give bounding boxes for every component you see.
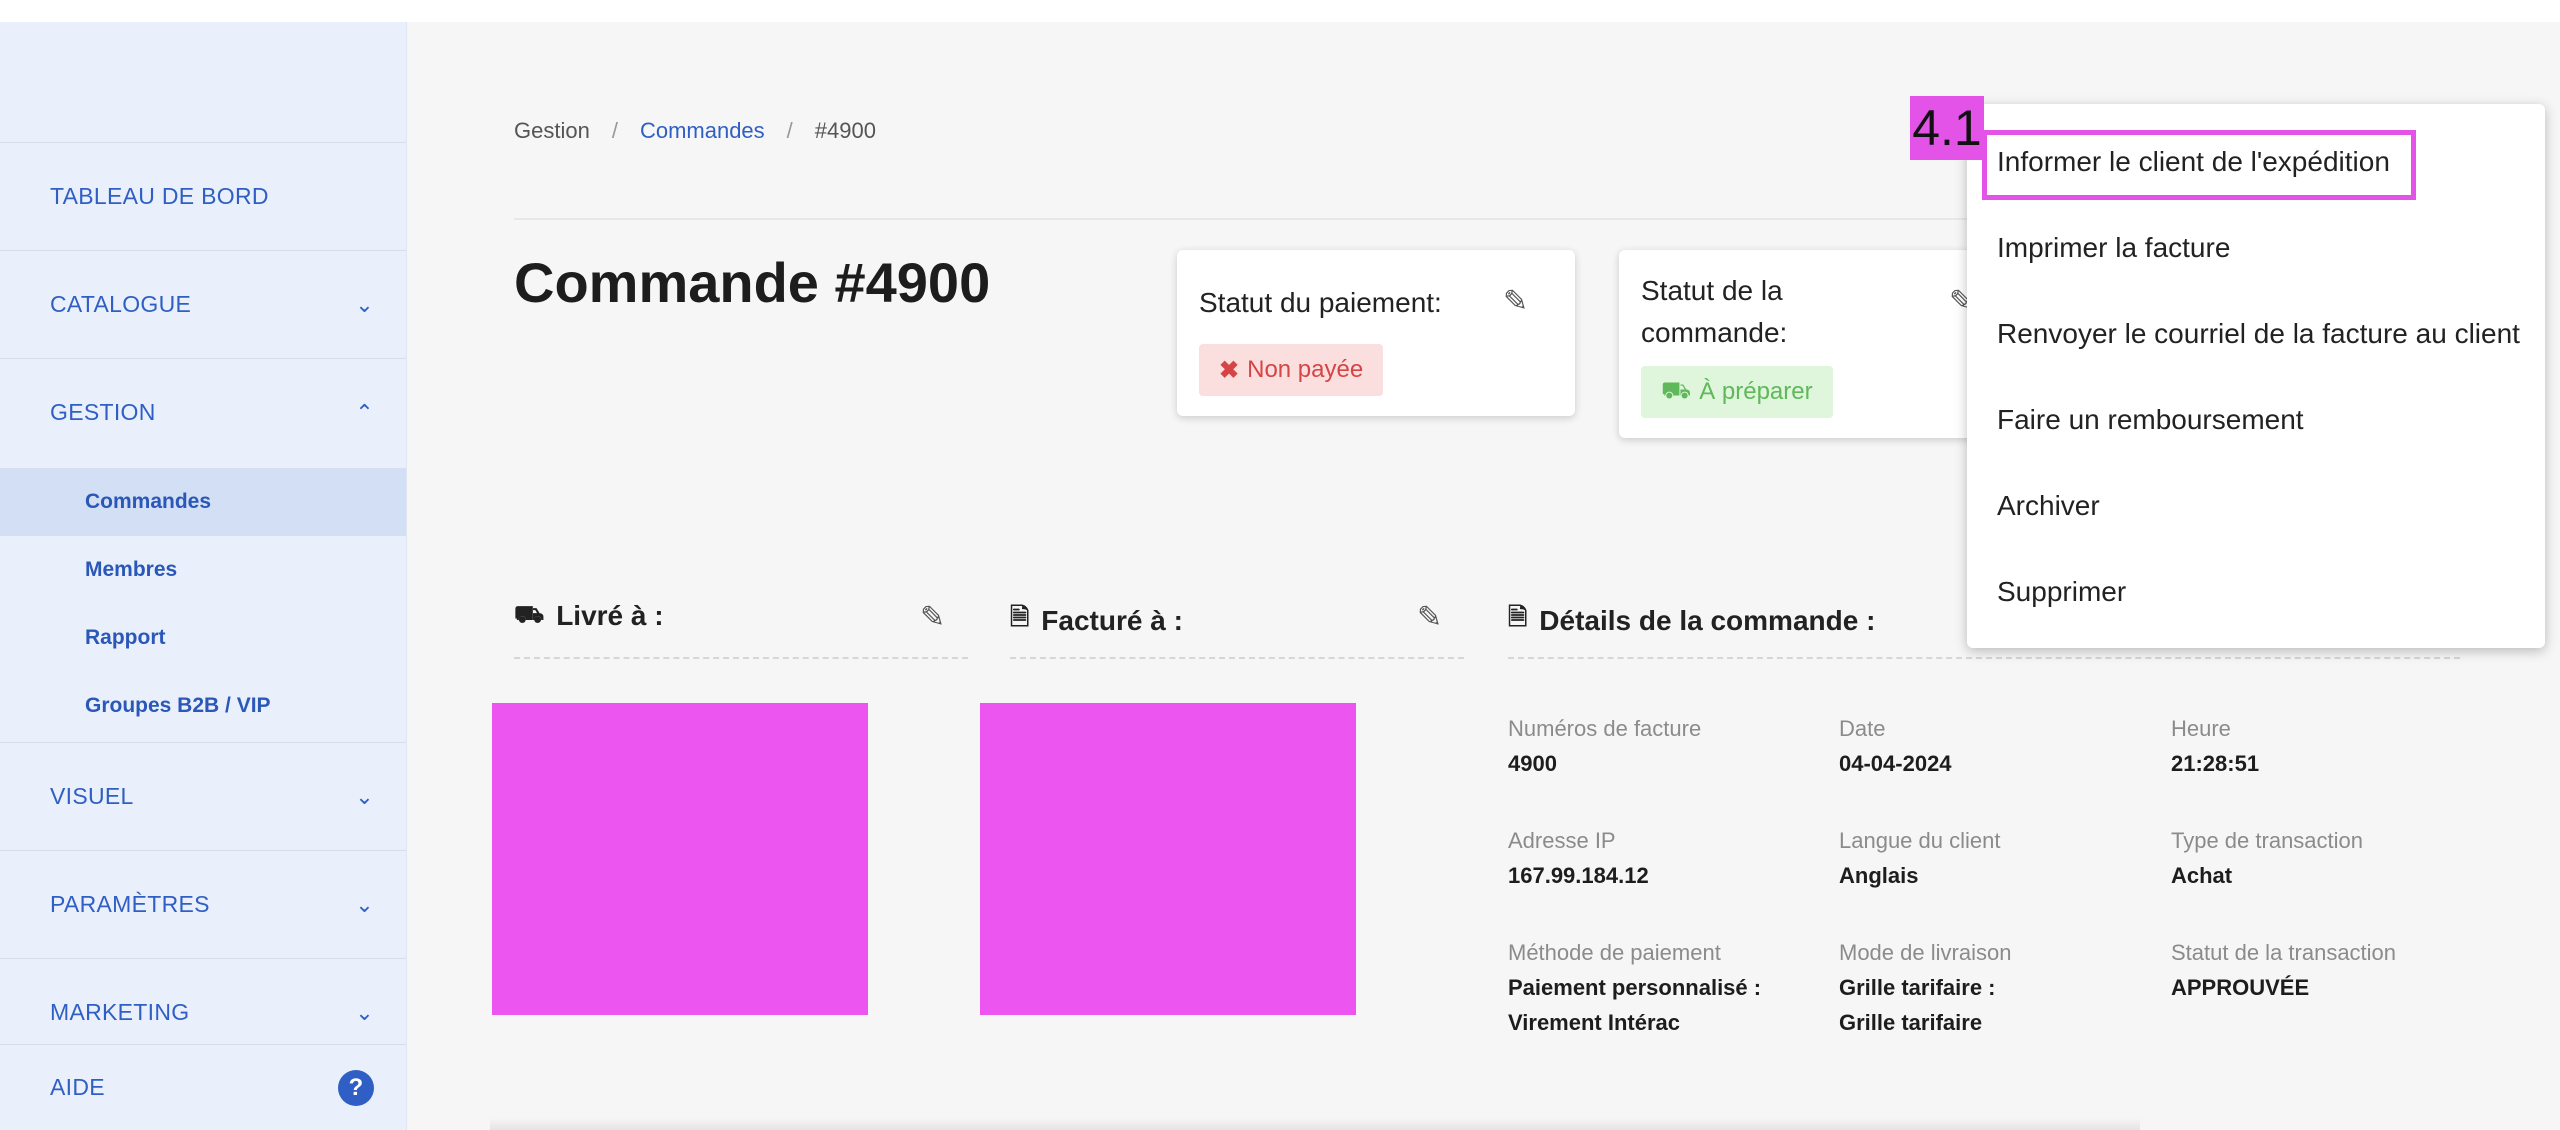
order-details-heading: 🗎 Détails de la commande :	[1508, 600, 1875, 641]
subitem-label: Membres	[85, 558, 178, 581]
detail-label: Langue du client	[1839, 828, 2001, 853]
sidebar-subitem-commandes[interactable]: Commandes	[0, 468, 406, 536]
billed-to-title: Facturé à :	[1041, 604, 1183, 636]
payment-status-card: Statut du paiement: ✎ ✖ Non payée	[1177, 250, 1575, 416]
sidebar-subitem-rapport[interactable]: Rapport	[0, 604, 406, 672]
divider	[1508, 657, 2460, 659]
order-status-card: Statut de la commande: ✎ ⛟ À préparer	[1619, 250, 1979, 438]
detail-value: 4900	[1508, 751, 1557, 776]
nav-item-label: AIDE	[50, 1074, 105, 1100]
chevron-down-icon: ⌄	[355, 783, 374, 809]
edit-payment-status-icon[interactable]: ✎	[1503, 284, 1528, 319]
nav-item-aide[interactable]: AIDE ?	[0, 1044, 406, 1130]
nav-item-parametres[interactable]: PARAMÈTRES ⌄	[0, 850, 406, 958]
chevron-up-icon: ⌃	[355, 399, 374, 425]
order-status-value: À préparer	[1699, 378, 1813, 405]
payment-status-value: Non payée	[1247, 356, 1364, 383]
detail-value: 167.99.184.12	[1508, 863, 1649, 888]
breadcrumb: Gestion / Commandes / #4900	[514, 118, 876, 144]
payment-status-label: Statut du paiement:	[1199, 287, 1442, 318]
nav-item-label: MARKETING	[50, 999, 190, 1025]
payment-status-badge: ✖ Non payée	[1199, 344, 1384, 396]
detail-value: APPROUVÉE	[2171, 975, 2310, 1000]
order-details-title: Détails de la commande :	[1539, 604, 1876, 636]
breadcrumb-current: #4900	[814, 118, 876, 143]
subitem-label: Groupes B2B / VIP	[85, 694, 271, 717]
menu-item-archive[interactable]: Archiver	[1997, 490, 2100, 522]
truck-icon: ⛟	[1661, 377, 1692, 404]
close-icon: ✖	[1219, 356, 1240, 384]
page-title: Commande #4900	[514, 251, 991, 314]
order-status-label-line2: commande:	[1641, 317, 1788, 348]
detail-value-line: Virement Intérac	[1508, 1010, 1681, 1035]
invoice-icon: 🗎	[1010, 604, 1030, 631]
detail-label: Statut de la transaction	[2171, 940, 2397, 965]
divider	[514, 657, 968, 659]
menu-item-resend-invoice-email[interactable]: Renvoyer le courriel de la facture au cl…	[1997, 318, 2520, 350]
redacted-shipping-address	[492, 703, 868, 1015]
invoice-icon: 🗎	[1508, 604, 1528, 631]
breadcrumb-separator: /	[786, 118, 793, 143]
edit-delivered-to-icon[interactable]: ✎	[920, 600, 945, 635]
nav-item-label: TABLEAU DE BORD	[50, 183, 269, 209]
breadcrumb-separator: /	[611, 118, 618, 143]
detail-label: Date	[1839, 716, 1886, 741]
sidebar-subitem-membres[interactable]: Membres	[0, 536, 406, 604]
nav-item-label: GESTION	[50, 399, 156, 425]
nav-item-label: CATALOGUE	[50, 291, 192, 317]
detail-value: Grille tarifaire : Grille tarifaire	[1839, 970, 1996, 1040]
detail-label: Numéros de facture	[1508, 716, 1702, 741]
highlight-box	[1982, 130, 2416, 200]
menu-item-refund[interactable]: Faire un remboursement	[1997, 404, 2304, 436]
content-shadow	[490, 1118, 2140, 1130]
detail-value-line: Grille tarifaire	[1839, 1010, 1983, 1035]
subitem-label: Commandes	[85, 490, 212, 513]
nav-item-catalogue[interactable]: CATALOGUE ⌄	[0, 250, 406, 358]
detail-value: 04-04-2024	[1839, 751, 1952, 776]
redacted-billing-address	[980, 703, 1356, 1015]
detail-label: Adresse IP	[1508, 828, 1616, 853]
detail-value: Paiement personnalisé : Virement Intérac	[1508, 970, 1761, 1040]
subitem-label: Rapport	[85, 626, 166, 649]
chevron-down-icon: ⌄	[355, 999, 374, 1025]
detail-label: Heure	[2171, 716, 2231, 741]
edit-billed-to-icon[interactable]: ✎	[1417, 600, 1442, 635]
sidebar: TABLEAU DE BORD CATALOGUE ⌄ GESTION ⌃ Co…	[0, 22, 407, 1130]
menu-item-print-invoice[interactable]: Imprimer la facture	[1997, 232, 2230, 264]
detail-value-line: Grille tarifaire :	[1839, 975, 1996, 1000]
detail-label: Type de transaction	[2171, 828, 2364, 853]
delivered-to-title: Livré à :	[556, 600, 664, 631]
divider	[1010, 657, 1464, 659]
chevron-down-icon: ⌄	[355, 291, 374, 317]
nav-item-visuel[interactable]: VISUEL ⌄	[0, 742, 406, 850]
delivered-to-heading: ⛟ Livré à :	[514, 600, 664, 632]
nav-item-label: VISUEL	[50, 783, 134, 809]
detail-value: Achat	[2171, 863, 2233, 888]
breadcrumb-commandes-link[interactable]: Commandes	[640, 118, 765, 143]
breadcrumb-root: Gestion	[514, 118, 590, 143]
annotation-tag: 4.1	[1910, 96, 1984, 160]
detail-value: Anglais	[1839, 863, 1919, 888]
order-status-label-line1: Statut de la	[1641, 275, 1783, 306]
nav-item-tableau-de-bord[interactable]: TABLEAU DE BORD	[0, 142, 406, 250]
nav-item-gestion[interactable]: GESTION ⌃	[0, 358, 406, 466]
chevron-down-icon: ⌄	[355, 891, 374, 917]
detail-label: Mode de livraison	[1839, 940, 2012, 965]
order-status-badge: ⛟ À préparer	[1641, 366, 1833, 418]
nav-item-label: PARAMÈTRES	[50, 891, 210, 917]
truck-icon: ⛟	[514, 601, 545, 628]
detail-label: Méthode de paiement	[1508, 940, 1721, 965]
billed-to-heading: 🗎 Facturé à :	[1010, 600, 1183, 641]
detail-value-line: Paiement personnalisé :	[1508, 975, 1762, 1000]
detail-value: 21:28:51	[2171, 751, 2260, 776]
help-icon[interactable]: ?	[338, 1069, 374, 1106]
order-status-label: Statut de la commande:	[1641, 270, 1787, 354]
menu-item-delete[interactable]: Supprimer	[1997, 576, 2126, 608]
sidebar-subitem-groupes[interactable]: Groupes B2B / VIP	[0, 672, 406, 740]
